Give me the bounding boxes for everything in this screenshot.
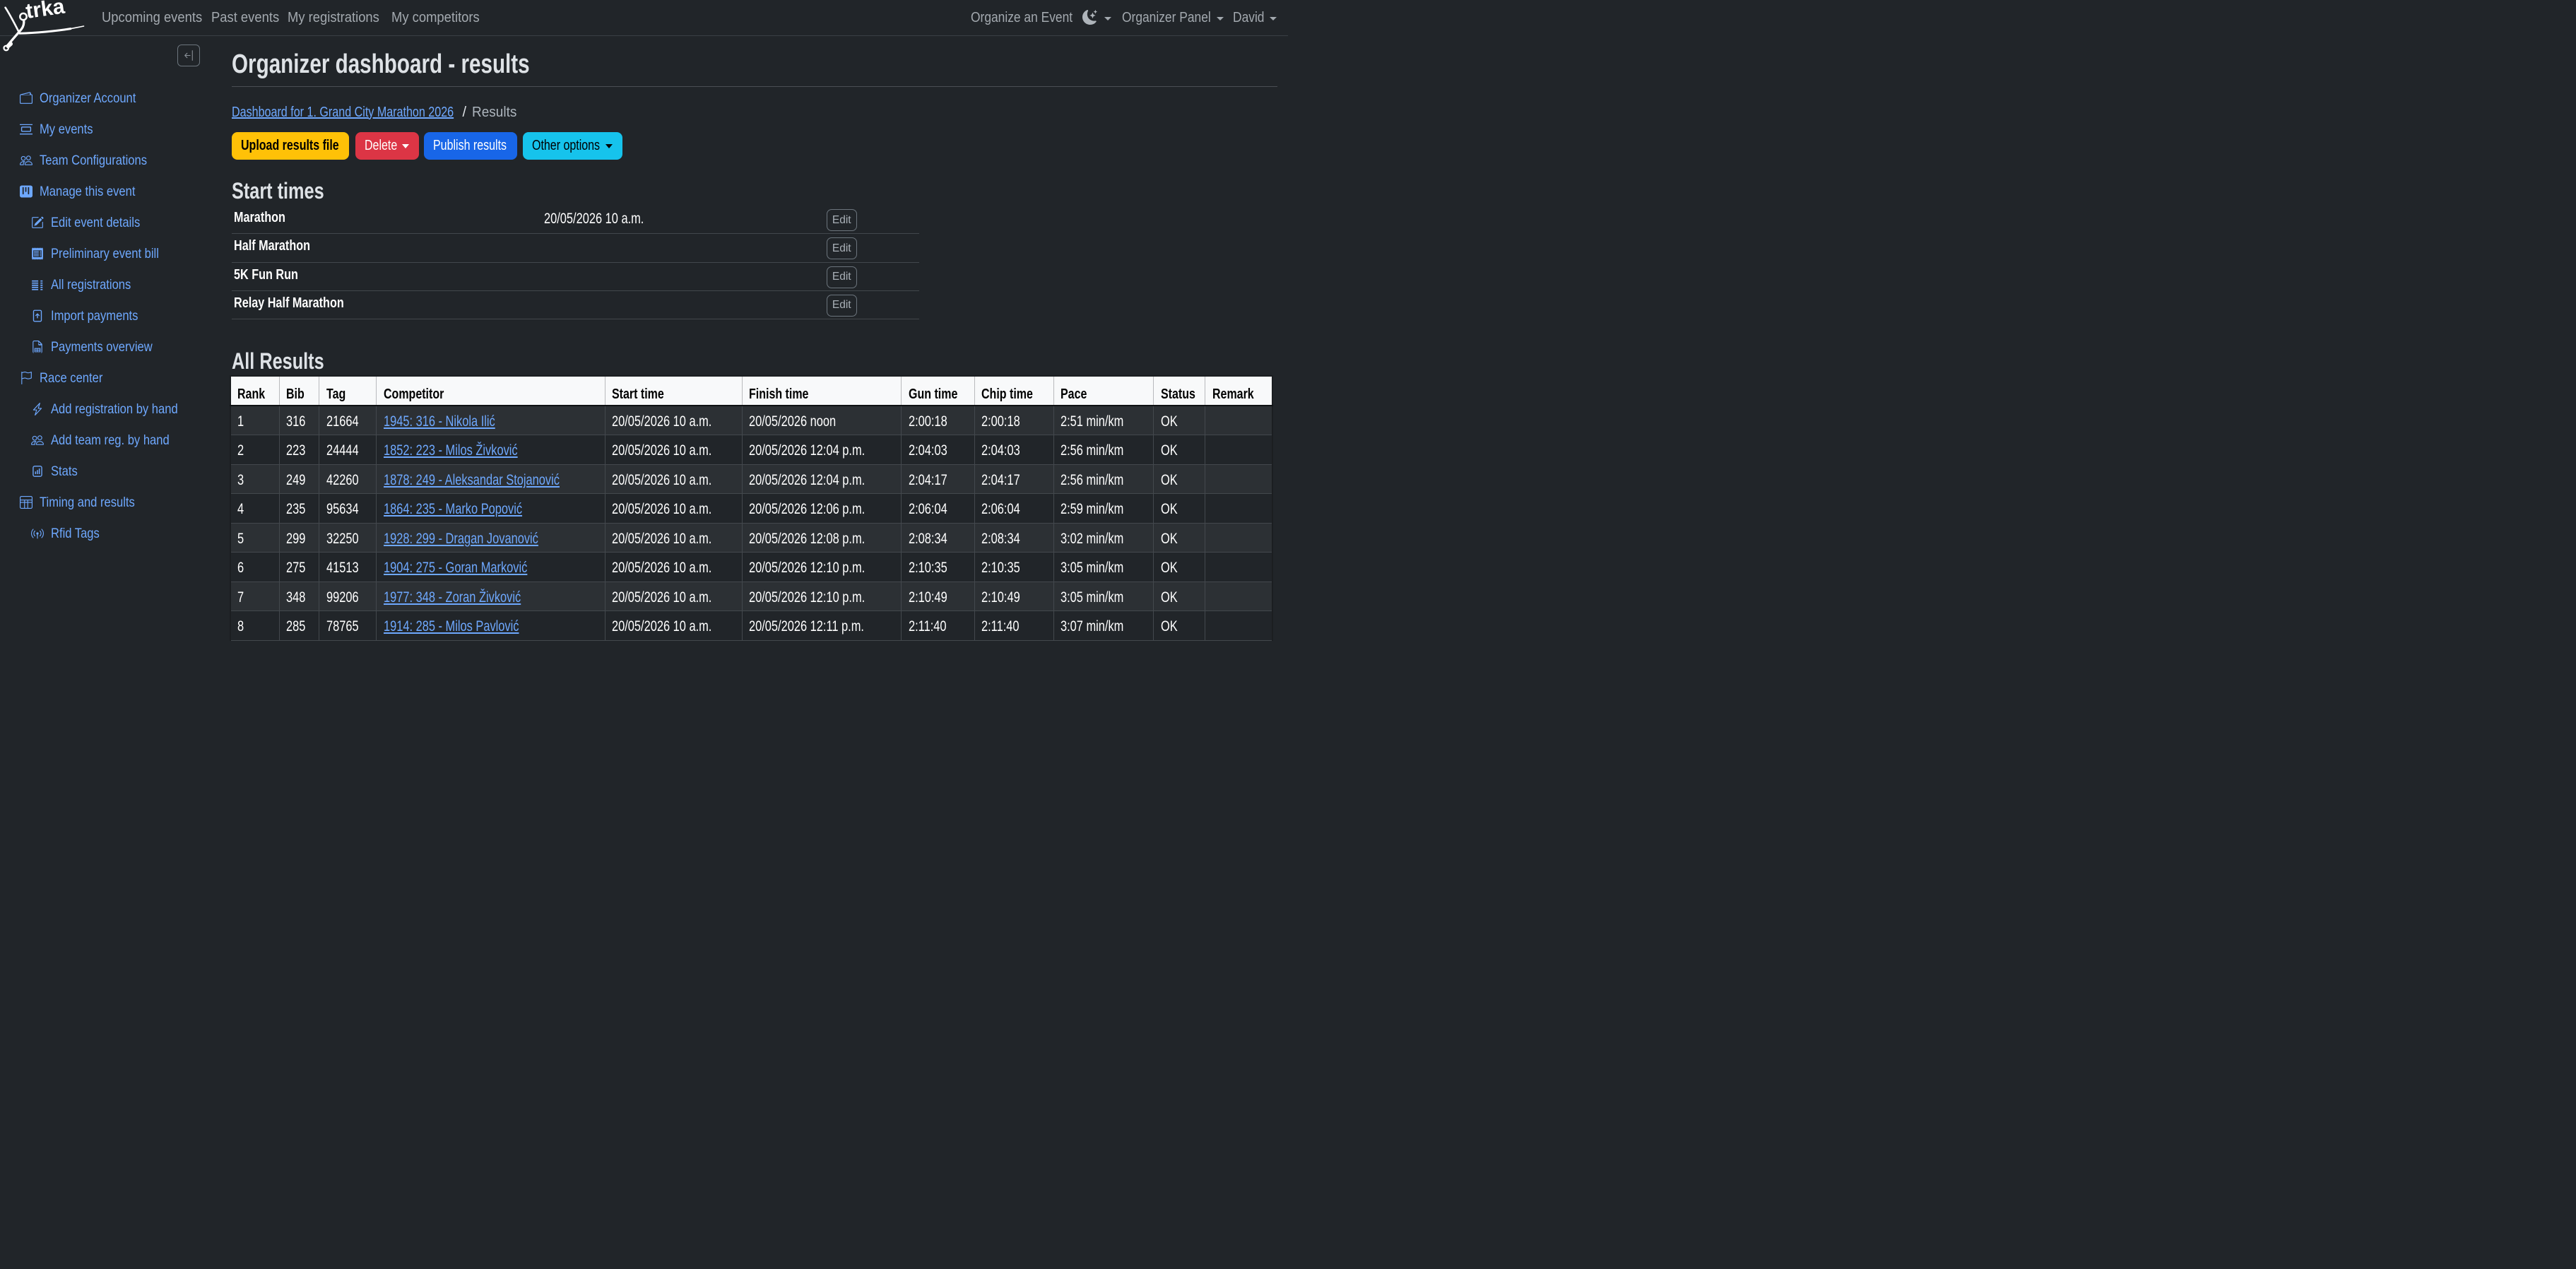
svg-text:trka: trka	[24, 0, 66, 23]
